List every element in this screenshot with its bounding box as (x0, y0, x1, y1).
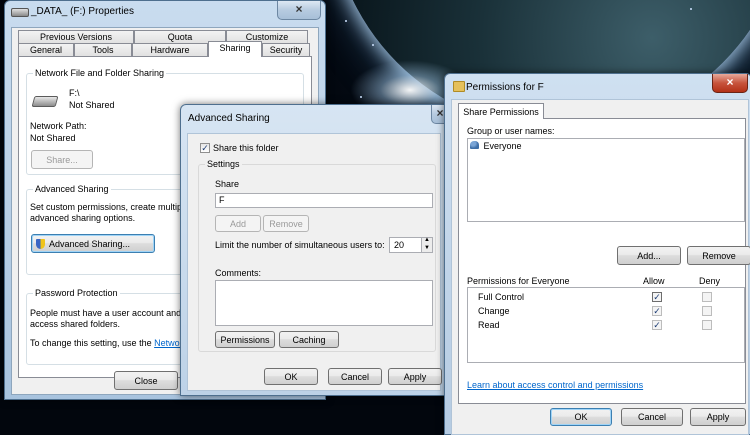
permissions-list: Full Control ✓ Change ✓ Read ✓ (467, 287, 745, 363)
share-button[interactable]: Share... (31, 150, 93, 169)
advanced-cancel-button[interactable]: Cancel (328, 368, 382, 385)
advanced-title: Advanced Sharing (188, 113, 270, 124)
tab-hardware[interactable]: Hardware (132, 43, 208, 56)
network-center-link[interactable]: Networ (154, 338, 183, 348)
permissions-cancel-button[interactable]: Cancel (621, 408, 683, 426)
remove-share-button[interactable]: Remove (263, 215, 309, 232)
permissions-titlebar[interactable]: Permissions for F × (445, 74, 750, 98)
permission-row-full-control: Full Control ✓ (468, 292, 744, 306)
permissions-title: Permissions for F (466, 82, 544, 93)
permissions-close-icon[interactable]: × (712, 74, 748, 93)
permissions-button[interactable]: Permissions (215, 331, 275, 348)
password-line1: People must have a user account and (30, 308, 182, 318)
tab-share-permissions[interactable]: Share Permissions (458, 103, 544, 119)
deny-header: Deny (699, 276, 721, 286)
shield-icon (36, 238, 45, 249)
allow-checkbox[interactable]: ✓ (652, 306, 662, 316)
add-user-button[interactable]: Add... (617, 246, 681, 265)
network-sharing-heading: Network File and Folder Sharing (33, 68, 167, 78)
caching-button[interactable]: Caching (279, 331, 339, 348)
tab-general[interactable]: General (18, 43, 74, 56)
deny-checkbox[interactable] (702, 320, 712, 330)
perm-name: Read (478, 320, 500, 330)
spin-down-icon[interactable]: ▼ (424, 245, 430, 251)
permissions-apply-button[interactable]: Apply (690, 408, 746, 426)
network-drive-icon (31, 96, 59, 107)
deny-checkbox[interactable] (702, 306, 712, 316)
allow-checkbox[interactable]: ✓ (652, 320, 662, 330)
properties-titlebar[interactable]: _DATA_ (F:) Properties × (5, 1, 325, 25)
list-item[interactable]: Everyone (470, 141, 522, 151)
properties-title: _DATA_ (F:) Properties (31, 6, 134, 17)
limit-users-input[interactable]: 20 (389, 237, 423, 253)
share-folder-label: Share this folder (213, 143, 279, 153)
drive-label: F:\ (69, 88, 80, 98)
permissions-window: Permissions for F × Share Permissions Gr… (444, 73, 750, 435)
advanced-client: ✓ Share this folder Settings Share F Add… (187, 133, 442, 391)
allow-header: Allow (643, 276, 665, 286)
drive-icon (11, 8, 29, 17)
share-folder-checkbox[interactable]: ✓ (200, 143, 210, 153)
share-name-input[interactable]: F (215, 193, 433, 208)
tab-sharing[interactable]: Sharing (208, 41, 262, 57)
tab-previous-versions[interactable]: Previous Versions (18, 30, 134, 43)
advanced-desc-line2: advanced sharing options. (30, 213, 136, 223)
star (690, 8, 692, 10)
advanced-sharing-window: Advanced Sharing × ✓ Share this folder S… (180, 104, 449, 396)
permissions-client: Share Permissions Group or user names: E… (451, 99, 750, 435)
settings-heading: Settings (205, 159, 242, 169)
password-line3: To change this setting, use the Networ (30, 338, 183, 348)
limit-users-label: Limit the number of simultaneous users t… (215, 240, 385, 250)
comments-textarea[interactable] (215, 280, 433, 326)
password-heading: Password Protection (33, 288, 120, 298)
drive-status: Not Shared (69, 100, 115, 110)
permissions-for-label: Permissions for Everyone (467, 276, 570, 286)
network-path-label: Network Path: (30, 121, 87, 131)
advanced-sharing-heading: Advanced Sharing (33, 184, 111, 194)
close-button[interactable]: Close (114, 371, 178, 390)
star (360, 96, 362, 98)
star (372, 44, 374, 46)
group-names-label: Group or user names: (467, 126, 555, 136)
password-line3-text: To change this setting, use the (30, 338, 152, 348)
close-icon[interactable]: × (277, 1, 321, 20)
advanced-apply-button[interactable]: Apply (388, 368, 442, 385)
add-share-button[interactable]: Add (215, 215, 261, 232)
password-line2: access shared folders. (30, 319, 121, 329)
network-path-value: Not Shared (30, 133, 76, 143)
share-name-label: Share (215, 179, 240, 189)
advanced-titlebar[interactable]: Advanced Sharing (181, 105, 447, 129)
perm-name: Full Control (478, 292, 525, 302)
comments-label: Comments: (215, 268, 262, 278)
users-list[interactable]: Everyone (467, 138, 745, 222)
permission-row-change: Change ✓ (468, 306, 744, 320)
permissions-ok-button[interactable]: OK (550, 408, 612, 426)
remove-user-button[interactable]: Remove (687, 246, 750, 265)
advanced-sharing-button[interactable]: Advanced Sharing... (31, 234, 155, 253)
allow-checkbox[interactable]: ✓ (652, 292, 662, 302)
advanced-ok-button[interactable]: OK (264, 368, 318, 385)
permissions-page: Group or user names: Everyone Add... Rem… (458, 118, 750, 404)
limit-users-spinner[interactable]: ▲ ▼ (421, 237, 433, 253)
settings-group: Settings Share F Add Remove Limit the nu… (198, 159, 436, 352)
deny-checkbox[interactable] (702, 292, 712, 302)
spin-up-icon[interactable]: ▲ (424, 237, 430, 243)
star (345, 20, 347, 22)
permission-row-read: Read ✓ (468, 320, 744, 334)
learn-permissions-link[interactable]: Learn about access control and permissio… (467, 380, 643, 390)
perm-name: Change (478, 306, 510, 316)
tab-tools[interactable]: Tools (74, 43, 132, 56)
advanced-sharing-button-label: Advanced Sharing... (49, 238, 131, 249)
user-name: Everyone (483, 141, 522, 151)
advanced-desc-line1: Set custom permissions, create multipl (30, 202, 185, 212)
tab-security[interactable]: Security (262, 43, 310, 56)
folder-icon (453, 81, 465, 92)
users-group-icon (470, 141, 479, 149)
